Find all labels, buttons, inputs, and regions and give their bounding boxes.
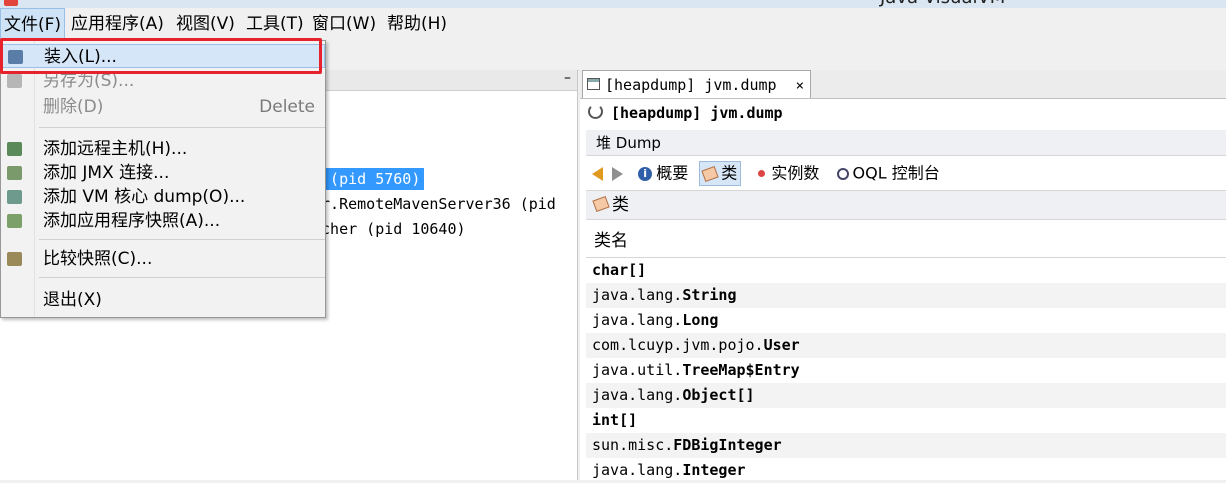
compare-icon: [7, 252, 22, 266]
nav-classes-label: 类: [721, 163, 738, 183]
save-as-icon: [7, 74, 22, 88]
heap-dump-subtab[interactable]: 堆 Dump: [586, 130, 1226, 156]
heap-dump-pane: [heapdump] jvm.dump × [heapdump] jvm.dum…: [580, 70, 1226, 480]
classes-icon: [701, 165, 719, 182]
menu-bar: 文件(F) 应用程序(A) 视图(V) 工具(T) 窗口(W) 帮助(H): [0, 8, 1226, 40]
snapshot-icon: [7, 214, 22, 228]
menu-item-exit[interactable]: 退出(X): [1, 288, 325, 312]
menu-item-add-remote-host[interactable]: 添加远程主机(H)...: [1, 137, 325, 161]
menu-item-add-jmx[interactable]: 添加 JMX 连接...: [1, 161, 325, 185]
classes-section-icon: [592, 195, 610, 213]
menu-separator: [39, 239, 325, 240]
table-row[interactable]: java.lang.String: [586, 283, 1226, 308]
instances-icon: [758, 170, 766, 177]
table-row[interactable]: int[]: [586, 408, 1226, 433]
menu-window[interactable]: 窗口(W): [309, 8, 379, 40]
document-tab-strip: [heapdump] jvm.dump ×: [580, 70, 1226, 99]
table-row[interactable]: java.lang.Object[]: [586, 383, 1226, 408]
table-row[interactable]: java.util.TreeMap$Entry: [586, 358, 1226, 383]
table-row[interactable]: java.lang.Integer: [586, 458, 1226, 483]
dump-title: [heapdump] jvm.dump: [588, 104, 783, 122]
tree-item-maven-server[interactable]: er.RemoteMavenServer36 (pid: [312, 193, 556, 215]
info-icon: i: [638, 166, 653, 181]
heapdump-tab-icon: [587, 78, 600, 90]
nav-classes-button[interactable]: 类: [699, 161, 742, 186]
delete-shortcut: Delete: [259, 97, 315, 117]
menu-application[interactable]: 应用程序(A): [68, 8, 167, 40]
classes-section-title: 类: [612, 195, 629, 215]
menu-item-add-snapshot[interactable]: 添加应用程序快照(A)...: [1, 209, 325, 233]
nav-oql-console[interactable]: OQL 控制台: [853, 164, 940, 183]
table-row[interactable]: char[]: [586, 258, 1226, 283]
annotation-highlight-box: [0, 38, 322, 74]
jmx-icon: [7, 166, 22, 180]
menu-separator: [39, 277, 325, 278]
window-title-bar: Java VisualVM: [0, 0, 1226, 8]
core-dump-icon: [7, 190, 22, 204]
forward-arrow-icon[interactable]: [612, 166, 624, 181]
column-header-class-name[interactable]: 类名: [586, 224, 1226, 258]
menu-tools[interactable]: 工具(T): [243, 8, 307, 40]
back-arrow-icon[interactable]: [592, 166, 603, 181]
classes-section-header: 类: [586, 190, 1226, 220]
table-row[interactable]: sun.misc.FDBigInteger: [586, 433, 1226, 458]
menu-view[interactable]: 视图(V): [173, 8, 238, 40]
tree-item-launcher[interactable]: ncher (pid 10640): [312, 218, 466, 240]
table-row[interactable]: java.lang.Long: [586, 308, 1226, 333]
remote-host-icon: [7, 142, 22, 156]
menu-separator: [39, 127, 325, 128]
close-icon[interactable]: ×: [796, 78, 804, 94]
app-icon: [4, 0, 18, 6]
menu-help[interactable]: 帮助(H): [384, 8, 450, 40]
menu-item-compare-snapshots[interactable]: 比较快照(C)...: [1, 247, 325, 271]
menu-item-add-core-dump[interactable]: 添加 VM 核心 dump(O)...: [1, 185, 325, 209]
nav-instances[interactable]: 实例数: [771, 164, 819, 183]
view-navigation: i 概要 类 实例数 OQL 控制台: [586, 158, 1226, 188]
oql-icon: [836, 167, 849, 180]
minimize-button[interactable]: –: [564, 70, 571, 86]
refresh-icon: [588, 104, 603, 119]
menu-file[interactable]: 文件(F): [0, 8, 66, 40]
dump-title-text: [heapdump] jvm.dump: [611, 104, 783, 122]
heap-dump-label: 堆 Dump: [596, 134, 661, 152]
menu-item-delete[interactable]: 删除(D) Delete: [1, 95, 325, 119]
window-title: Java VisualVM: [880, 0, 1005, 8]
tab-heapdump[interactable]: [heapdump] jvm.dump ×: [582, 70, 812, 98]
table-row[interactable]: com.lcuyp.jvm.pojo.User: [586, 333, 1226, 358]
file-menu-dropdown: 装入(L)... 另存为(S)... 删除(D) Delete 添加远程主机(H…: [0, 40, 326, 318]
nav-summary[interactable]: 概要: [656, 164, 688, 183]
tab-heapdump-label: [heapdump] jvm.dump: [605, 76, 777, 94]
